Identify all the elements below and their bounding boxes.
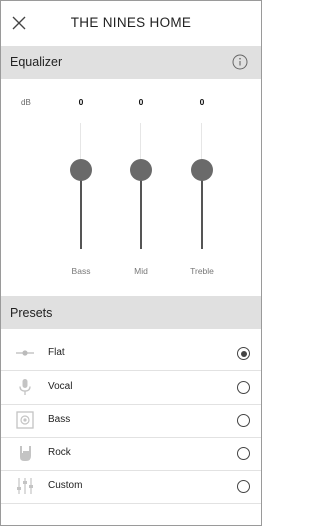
treble-value: 0 <box>199 97 205 107</box>
db-unit-label: dB <box>21 98 31 107</box>
mid-value: 0 <box>138 97 144 107</box>
preset-row-rock[interactable]: Rock <box>1 437 261 471</box>
header: THE NINES HOME <box>1 1 261 45</box>
preset-radio-bass[interactable] <box>237 414 250 427</box>
bass-slider-track-lower <box>80 169 82 249</box>
preset-radio-vocal[interactable] <box>237 381 250 394</box>
bass-band: 0 Bass <box>51 81 111 295</box>
mid-label: Mid <box>134 266 148 276</box>
bass-value: 0 <box>78 97 84 107</box>
mid-slider-track-lower <box>140 169 142 249</box>
equalizer-section-header: Equalizer <box>1 46 261 79</box>
bass-label: Bass <box>71 266 91 276</box>
preset-label-custom: Custom <box>48 480 83 491</box>
microphone-icon <box>15 377 35 397</box>
flat-icon <box>15 343 35 363</box>
preset-row-custom[interactable]: Custom <box>1 470 261 504</box>
sliders-icon <box>15 476 35 496</box>
app-frame: THE NINES HOME Equalizer dB 0 Bass 0 Mid… <box>0 0 262 526</box>
preset-label-vocal: Vocal <box>48 381 73 392</box>
preset-radio-rock[interactable] <box>237 447 250 460</box>
treble-label: Treble <box>190 266 214 276</box>
preset-row-vocal[interactable]: Vocal <box>1 371 261 405</box>
preset-label-rock: Rock <box>48 447 71 458</box>
preset-label-bass: Bass <box>48 414 71 425</box>
preset-row-bass[interactable]: Bass <box>1 404 261 438</box>
page-title: THE NINES HOME <box>70 15 192 30</box>
presets-section-label: Presets <box>10 306 53 320</box>
speaker-icon <box>15 410 35 430</box>
preset-radio-flat[interactable] <box>237 347 250 360</box>
presets-section-header: Presets <box>1 296 261 329</box>
preset-radio-custom[interactable] <box>237 480 250 493</box>
preset-row-flat[interactable]: Flat <box>1 337 261 371</box>
equalizer-panel: dB 0 Bass 0 Mid 0 Treble <box>1 81 261 295</box>
preset-label-flat: Flat <box>48 347 65 358</box>
bass-slider-knob[interactable] <box>70 159 92 181</box>
info-icon[interactable] <box>231 53 249 71</box>
treble-band: 0 Treble <box>172 81 232 295</box>
rock-hand-icon <box>15 443 35 463</box>
treble-slider-track-lower <box>201 169 203 249</box>
equalizer-section-label: Equalizer <box>10 55 63 69</box>
mid-slider-knob[interactable] <box>130 159 152 181</box>
treble-slider-knob[interactable] <box>191 159 213 181</box>
mid-band: 0 Mid <box>111 81 171 295</box>
